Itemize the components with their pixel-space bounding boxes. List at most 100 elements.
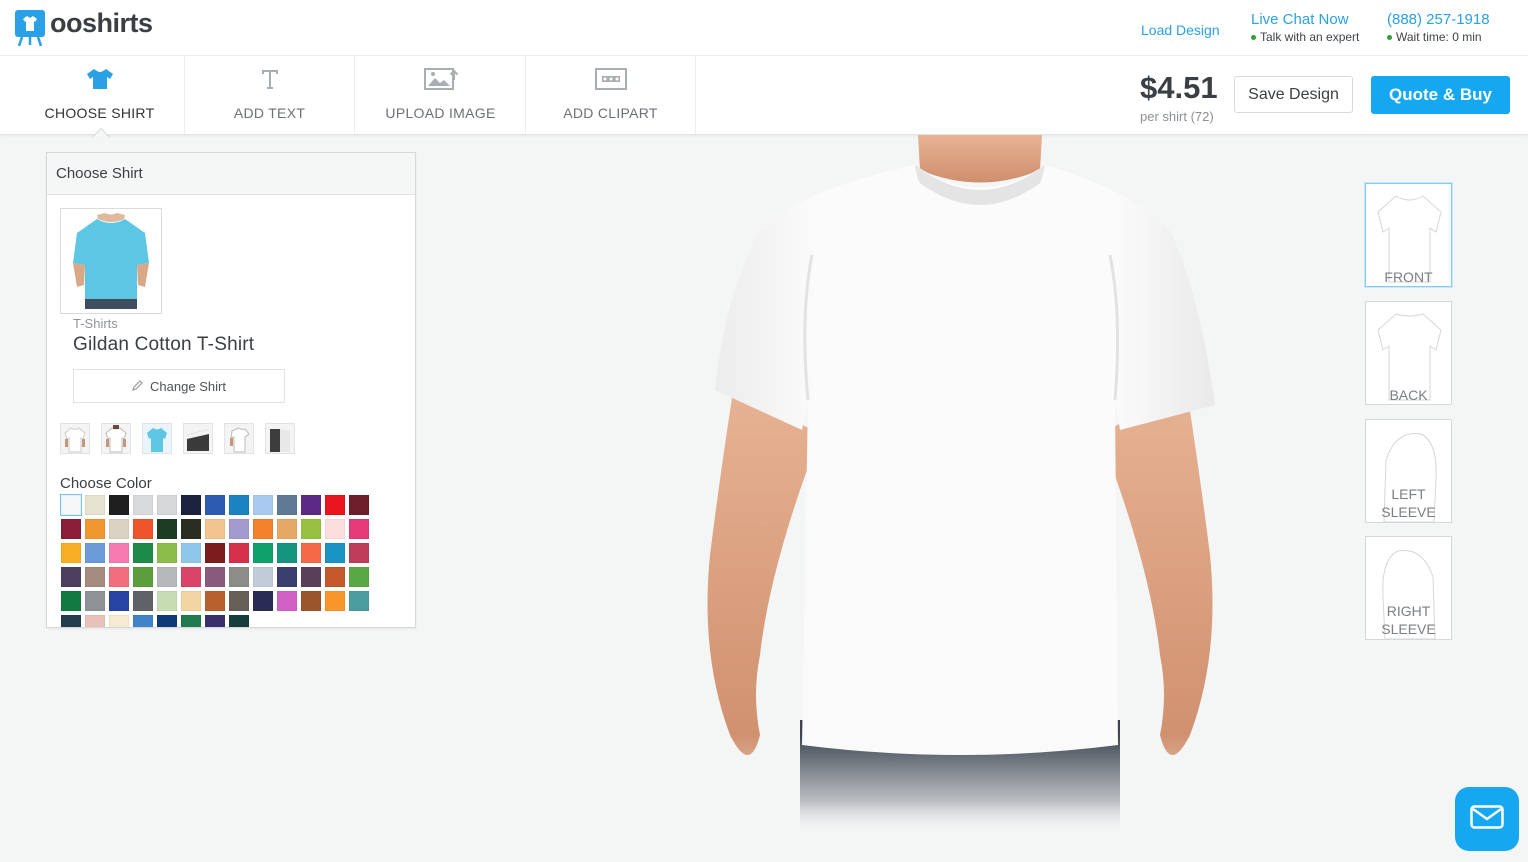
style-thumb-blue[interactable] (142, 423, 172, 454)
color-swatch[interactable] (61, 567, 81, 587)
color-swatch[interactable] (85, 495, 105, 515)
color-swatch[interactable] (253, 567, 273, 587)
color-swatch[interactable] (181, 591, 201, 611)
color-swatch[interactable] (253, 495, 273, 515)
color-swatch[interactable] (133, 495, 153, 515)
color-swatch[interactable] (325, 567, 345, 587)
color-swatch[interactable] (157, 567, 177, 587)
view-front[interactable]: FRONT (1365, 183, 1452, 287)
tab-upload-image[interactable]: UPLOAD IMAGE (356, 56, 526, 134)
color-swatch[interactable] (181, 495, 201, 515)
message-button[interactable] (1455, 787, 1519, 851)
color-swatch[interactable] (349, 495, 369, 515)
color-swatch[interactable] (205, 495, 225, 515)
live-chat-link[interactable]: Live Chat Now (1251, 11, 1349, 28)
color-swatch[interactable] (277, 567, 297, 587)
color-swatch[interactable] (85, 591, 105, 611)
view-left-sleeve[interactable]: LEFT SLEEVE (1365, 419, 1452, 523)
color-swatch[interactable] (133, 591, 153, 611)
color-swatch[interactable] (157, 615, 177, 627)
color-swatch[interactable] (277, 543, 297, 563)
color-swatch[interactable] (301, 591, 321, 611)
color-swatch[interactable] (277, 519, 297, 539)
color-swatch[interactable] (85, 615, 105, 627)
color-swatch[interactable] (349, 519, 369, 539)
view-right-sleeve[interactable]: RIGHT SLEEVE (1365, 536, 1452, 640)
color-swatch[interactable] (325, 591, 345, 611)
color-swatch[interactable] (205, 567, 225, 587)
color-swatch[interactable] (181, 543, 201, 563)
color-swatch[interactable] (85, 543, 105, 563)
color-swatch[interactable] (85, 567, 105, 587)
color-swatch[interactable] (229, 567, 249, 587)
quote-buy-button[interactable]: Quote & Buy (1371, 76, 1510, 114)
style-thumb-dark-fold[interactable] (183, 423, 213, 454)
color-swatch[interactable] (109, 495, 129, 515)
color-swatch[interactable] (109, 591, 129, 611)
color-swatch[interactable] (181, 567, 201, 587)
style-thumb-white-side[interactable] (224, 423, 254, 454)
color-swatch[interactable] (301, 519, 321, 539)
color-swatch[interactable] (253, 519, 273, 539)
color-swatch[interactable] (349, 591, 369, 611)
style-thumb-white-front[interactable] (60, 423, 90, 454)
color-swatch[interactable] (229, 519, 249, 539)
tab-choose-shirt[interactable]: CHOOSE SHIRT (15, 56, 185, 134)
selected-shirt-thumbnail[interactable] (60, 208, 162, 314)
color-swatch[interactable] (301, 543, 321, 563)
color-swatch[interactable] (277, 495, 297, 515)
color-swatch[interactable] (229, 495, 249, 515)
view-back[interactable]: BACK (1365, 301, 1452, 405)
color-swatch[interactable] (109, 615, 129, 627)
color-swatch[interactable] (157, 495, 177, 515)
color-swatch[interactable] (85, 519, 105, 539)
color-swatch[interactable] (325, 543, 345, 563)
color-swatch[interactable] (60, 494, 82, 516)
color-swatch[interactable] (133, 519, 153, 539)
color-swatch[interactable] (181, 615, 201, 627)
color-swatch[interactable] (61, 519, 81, 539)
color-swatch[interactable] (181, 519, 201, 539)
color-swatch[interactable] (349, 543, 369, 563)
color-swatch[interactable] (325, 495, 345, 515)
color-swatch[interactable] (133, 615, 153, 627)
color-swatch[interactable] (229, 615, 249, 627)
color-swatch[interactable] (301, 567, 321, 587)
tab-add-clipart[interactable]: ADD CLIPART (526, 56, 696, 134)
color-swatch[interactable] (205, 519, 225, 539)
color-swatch[interactable] (133, 567, 153, 587)
color-swatch[interactable] (349, 567, 369, 587)
color-swatch[interactable] (109, 567, 129, 587)
color-swatch[interactable] (61, 543, 81, 563)
color-swatch[interactable] (205, 543, 225, 563)
logo-easel-icon (14, 7, 46, 47)
color-swatch[interactable] (109, 519, 129, 539)
color-swatch[interactable] (253, 543, 273, 563)
color-swatch[interactable] (301, 495, 321, 515)
style-thumb-white-back[interactable] (101, 423, 131, 454)
logo[interactable]: ooshirts (14, 5, 153, 47)
color-swatch[interactable] (133, 543, 153, 563)
color-swatch[interactable] (157, 591, 177, 611)
load-design-link[interactable]: Load Design (1141, 22, 1220, 38)
envelope-icon (1470, 804, 1504, 834)
color-swatch[interactable] (157, 519, 177, 539)
tab-add-text[interactable]: ADD TEXT (185, 56, 355, 134)
phone-link[interactable]: (888) 257-1918 (1387, 11, 1490, 28)
color-swatch[interactable] (61, 591, 81, 611)
save-design-button[interactable]: Save Design (1234, 76, 1353, 113)
color-swatch[interactable] (229, 543, 249, 563)
color-swatch[interactable] (277, 591, 297, 611)
color-swatch[interactable] (229, 591, 249, 611)
color-swatch[interactable] (61, 615, 81, 627)
color-swatch[interactable] (205, 615, 225, 627)
color-swatch[interactable] (109, 543, 129, 563)
brand-name: ooshirts (50, 7, 153, 38)
choose-color-title: Choose Color (60, 475, 152, 492)
color-swatch[interactable] (157, 543, 177, 563)
color-swatch[interactable] (205, 591, 225, 611)
color-swatch[interactable] (325, 519, 345, 539)
color-swatch[interactable] (253, 591, 273, 611)
style-thumb-dark-side[interactable] (265, 423, 295, 454)
change-shirt-button[interactable]: Change Shirt (73, 369, 285, 403)
